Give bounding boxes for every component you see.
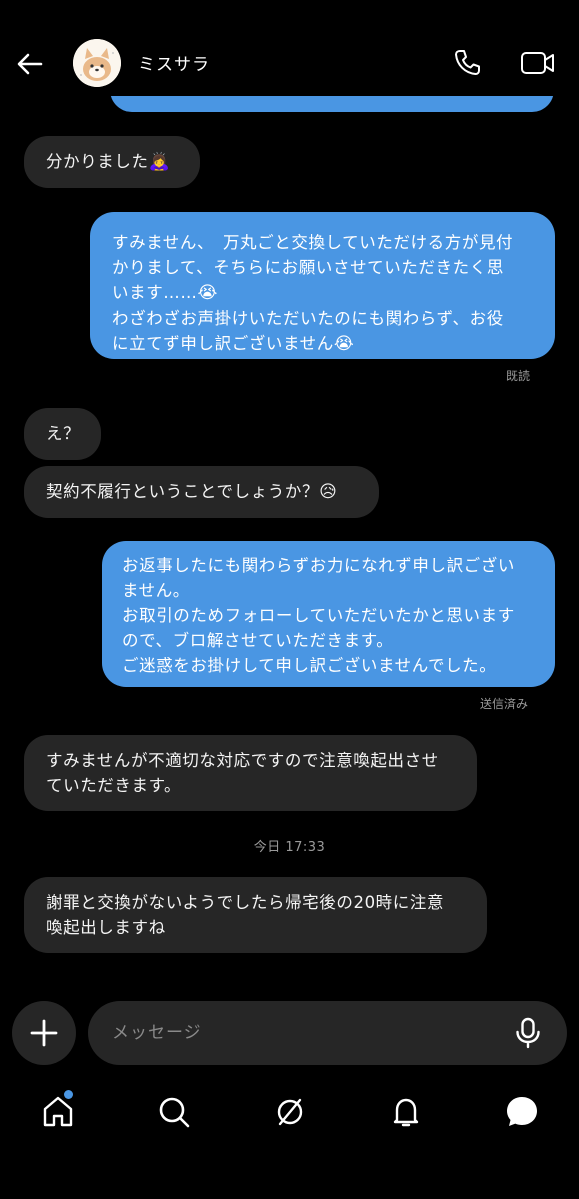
notification-dot [64, 1090, 73, 1099]
incoming-message[interactable]: 謝罪と交換がないようでしたら帰宅後の20時に注意 喚起出しますね [24, 877, 487, 953]
message-text: 分かりました [46, 152, 149, 171]
plus-icon [30, 1019, 58, 1047]
message-line: ていただきます。 [46, 776, 182, 795]
home-icon[interactable] [40, 1094, 76, 1130]
sad-emoji: 😥 [319, 482, 338, 502]
bowing-emoji: 🙇‍♀️ [148, 152, 171, 172]
message-line: すみませんが不適切な対応ですので注意喚起出させ [46, 751, 439, 770]
microphone-icon[interactable] [513, 1017, 543, 1049]
incoming-message[interactable]: 契約不履行ということでしょうか？😥 [24, 466, 379, 518]
message-composer[interactable] [88, 1001, 567, 1065]
message-line: 謝罪と交換がないようでしたら帰宅後の20時に注意 [46, 893, 445, 912]
outgoing-message[interactable]: お返事したにも関わらずお力になれず申し訳ござい ません。 お取引のためフォローし… [102, 541, 555, 687]
contact-name[interactable]: ミスサラ [138, 50, 210, 75]
crying-emoji: 😭 [197, 283, 218, 303]
message-line: ご迷惑をお掛けして申し訳ございませんでした。 [122, 656, 497, 675]
crying-emoji: 😭 [333, 334, 355, 354]
message-line: お返事したにも関わらずお力になれず申し訳ござい [122, 556, 515, 575]
sent-status: 送信済み [480, 697, 529, 711]
message-line: かりまして、そちらにお願いさせていただきたく思 [112, 258, 504, 277]
messages-icon[interactable] [504, 1094, 540, 1130]
back-arrow-icon[interactable] [14, 48, 46, 80]
message-line: ません。 [122, 581, 190, 600]
read-receipt: 既読 [506, 369, 531, 383]
message-line: ので、ブロ解させていただきます。 [122, 631, 394, 650]
message-text: 契約不履行ということでしょうか？ [46, 482, 320, 501]
message-line: すみません、 万丸ごと交換していただける方が見付 [112, 233, 514, 252]
message-input[interactable] [112, 1001, 492, 1065]
message-line: お取引のためフォローしていただいたかと思います [122, 606, 515, 625]
message-line: に立てず申し訳ございません [112, 334, 334, 353]
dog-avatar-icon [73, 39, 121, 87]
dm-thread-screen: ミスサラ 分かりました🙇‍♀️ すみません、 万丸ごと交換していただける方が見付… [0, 0, 579, 1199]
message-line: わざわざお声掛けいただいたのにも関わらず、お役 [112, 309, 504, 328]
video-icon[interactable] [520, 48, 556, 78]
message-line: 喚起出しますね [46, 918, 166, 937]
explore-icon[interactable] [272, 1094, 308, 1130]
incoming-message[interactable]: え？ [24, 408, 101, 460]
message-text: え？ [46, 424, 81, 443]
outgoing-message[interactable]: すみません、 万丸ごと交換していただける方が見付 かりまして、そちらにお願いさせ… [90, 212, 555, 359]
timestamp-divider: 今日 17:33 [253, 840, 326, 855]
contact-avatar[interactable] [73, 39, 121, 87]
add-attachment-button[interactable] [12, 1001, 76, 1065]
incoming-message[interactable]: すみませんが不適切な対応ですので注意喚起出させ ていただきます。 [24, 735, 477, 811]
phone-icon[interactable] [452, 48, 482, 78]
thread-header: ミスサラ [0, 0, 579, 96]
search-icon[interactable] [156, 1094, 192, 1130]
incoming-message[interactable]: 分かりました🙇‍♀️ [24, 136, 200, 188]
message-line: います…… [112, 283, 198, 302]
bell-icon[interactable] [388, 1094, 424, 1130]
